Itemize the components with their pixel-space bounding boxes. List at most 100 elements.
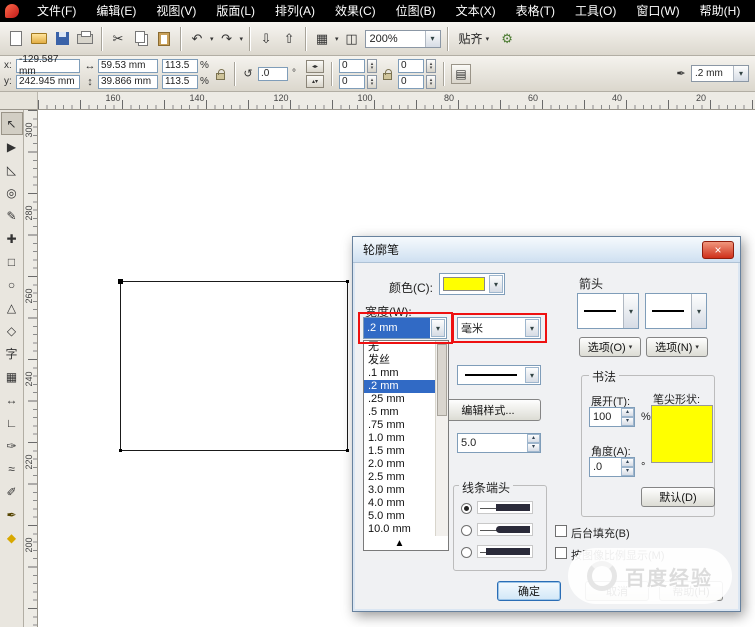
- horizontal-ruler[interactable]: 160 140 120 100 80 60 40 20: [38, 92, 755, 110]
- width-option-selected[interactable]: .2 mm: [364, 380, 435, 393]
- outline-color-picker[interactable]: [439, 273, 505, 295]
- miter-limit-field[interactable]: 5.0: [457, 433, 541, 453]
- shape-tool[interactable]: ▶: [1, 135, 23, 158]
- menu-item-window[interactable]: 窗口(W): [626, 0, 689, 22]
- cut-button[interactable]: ✂: [108, 29, 128, 49]
- spinner-down-icon[interactable]: [527, 443, 540, 452]
- width-option[interactable]: 1.0 mm: [364, 432, 435, 445]
- open-button[interactable]: [29, 29, 49, 49]
- chevron-down-icon[interactable]: [335, 35, 339, 43]
- width-option[interactable]: 4.0 mm: [364, 497, 435, 510]
- square-cap-radio[interactable]: [461, 547, 472, 558]
- chevron-down-icon[interactable]: [424, 30, 440, 47]
- behind-fill-checkbox[interactable]: [555, 525, 567, 537]
- object-width-field[interactable]: 59.53 mm: [98, 58, 158, 73]
- scale-x-field[interactable]: 113.5: [162, 58, 198, 73]
- width-option[interactable]: 2.0 mm: [364, 458, 435, 471]
- chevron-down-icon[interactable]: [210, 35, 214, 43]
- menu-item-table[interactable]: 表格(T): [506, 0, 565, 22]
- edit-style-button[interactable]: 编辑样式...: [435, 399, 541, 421]
- pick-tool[interactable]: ↖: [0, 112, 23, 135]
- default-button[interactable]: 默认(D): [641, 487, 715, 507]
- snap-to-button[interactable]: 贴齐: [454, 28, 495, 49]
- copy-button[interactable]: [131, 29, 151, 49]
- eyedropper-tool[interactable]: ✐: [1, 480, 23, 503]
- print-button[interactable]: [75, 29, 95, 49]
- width-option[interactable]: .25 mm: [364, 393, 435, 406]
- width-option[interactable]: .75 mm: [364, 419, 435, 432]
- rectangle-tool[interactable]: □: [1, 250, 23, 273]
- corner-radius-field[interactable]: 0: [398, 74, 424, 89]
- menu-item-view[interactable]: 视图(V): [146, 0, 206, 22]
- menu-item-text[interactable]: 文本(X): [446, 0, 506, 22]
- redo-button[interactable]: ↷: [217, 29, 237, 49]
- rect-node[interactable]: [119, 449, 122, 452]
- menu-item-help[interactable]: 帮助(H): [690, 0, 751, 22]
- undo-button[interactable]: ↶: [187, 29, 207, 49]
- dialog-title-bar[interactable]: 轮廓笔: [353, 237, 740, 263]
- crop-tool[interactable]: ◺: [1, 158, 23, 181]
- blend-tool[interactable]: ≈: [1, 457, 23, 480]
- stretch-field[interactable]: 100: [589, 407, 635, 427]
- corner-radius-field[interactable]: 0: [398, 58, 424, 73]
- application-launcher-button[interactable]: ▦: [312, 29, 332, 49]
- rotation-angle-field[interactable]: .0: [258, 66, 288, 81]
- drawn-rectangle[interactable]: [118, 279, 349, 452]
- spinner-down-icon[interactable]: [621, 417, 634, 426]
- text-tool[interactable]: 字: [1, 342, 23, 365]
- dimension-tool[interactable]: ↔: [1, 388, 23, 411]
- outline-width-combo[interactable]: .2 mm: [691, 65, 749, 82]
- import-button[interactable]: ⇩: [256, 29, 276, 49]
- table-tool[interactable]: ▦: [1, 365, 23, 388]
- chevron-down-icon[interactable]: [525, 367, 539, 383]
- export-button[interactable]: ⇧: [279, 29, 299, 49]
- rect-node[interactable]: [118, 279, 123, 284]
- scale-y-field[interactable]: 113.5: [162, 74, 198, 89]
- corner-radius-field[interactable]: 0: [339, 74, 365, 89]
- scale-with-image-checkbox[interactable]: [555, 547, 567, 559]
- menu-item-layout[interactable]: 版面(L): [206, 0, 265, 22]
- round-cap-radio[interactable]: [461, 525, 472, 536]
- menu-item-bitmaps[interactable]: 位图(B): [386, 0, 446, 22]
- ok-button[interactable]: 确定: [497, 581, 561, 601]
- freehand-tool[interactable]: ✎: [1, 204, 23, 227]
- width-option[interactable]: 10.0 mm: [364, 523, 435, 536]
- spinner-icon[interactable]: [426, 58, 436, 73]
- chevron-down-icon[interactable]: [691, 294, 706, 328]
- width-option[interactable]: 3.0 mm: [364, 484, 435, 497]
- connector-tool[interactable]: ∟: [1, 411, 23, 434]
- arrow-options-left-button[interactable]: 选项(O): [579, 337, 641, 357]
- fill-tool[interactable]: ◆: [1, 526, 23, 549]
- object-height-field[interactable]: 39.866 mm: [98, 74, 158, 89]
- angle-field[interactable]: .0: [589, 457, 635, 477]
- options-button[interactable]: ⚙: [497, 29, 517, 49]
- save-button[interactable]: [52, 29, 72, 49]
- corner-radius-field[interactable]: 0: [339, 58, 365, 73]
- spinner-up-icon[interactable]: [527, 434, 540, 443]
- spinner-up-icon[interactable]: [621, 408, 634, 417]
- list-scrollbar[interactable]: [435, 341, 448, 536]
- chevron-down-icon[interactable]: [240, 35, 244, 43]
- outline-pen-tool[interactable]: ✒: [1, 503, 23, 526]
- mirror-horizontal-button[interactable]: ◂▸: [306, 59, 324, 73]
- rect-node[interactable]: [346, 280, 349, 283]
- spinner-icon[interactable]: [426, 74, 436, 89]
- menu-item-effects[interactable]: 效果(C): [325, 0, 386, 22]
- chevron-down-icon[interactable]: [733, 66, 748, 81]
- line-style-combo[interactable]: [457, 365, 541, 385]
- mirror-vertical-button[interactable]: ▴▾: [306, 74, 324, 88]
- spinner-up-icon[interactable]: [621, 458, 634, 467]
- welcome-screen-button[interactable]: ◫: [342, 29, 362, 49]
- paste-button[interactable]: [154, 29, 174, 49]
- x-position-field[interactable]: -129.587 mm: [16, 54, 80, 77]
- zoom-level-combo[interactable]: 200%: [364, 29, 441, 48]
- spinner-down-icon[interactable]: [621, 467, 634, 476]
- end-arrowhead-picker[interactable]: [645, 293, 707, 329]
- menu-item-file[interactable]: 文件(F): [27, 0, 86, 22]
- y-position-field[interactable]: 242.945 mm: [16, 74, 80, 89]
- width-option[interactable]: .5 mm: [364, 406, 435, 419]
- ruler-origin[interactable]: [0, 92, 38, 110]
- spinner-icon[interactable]: [367, 58, 377, 73]
- menu-item-arrange[interactable]: 排列(A): [265, 0, 325, 22]
- width-option[interactable]: 1.5 mm: [364, 445, 435, 458]
